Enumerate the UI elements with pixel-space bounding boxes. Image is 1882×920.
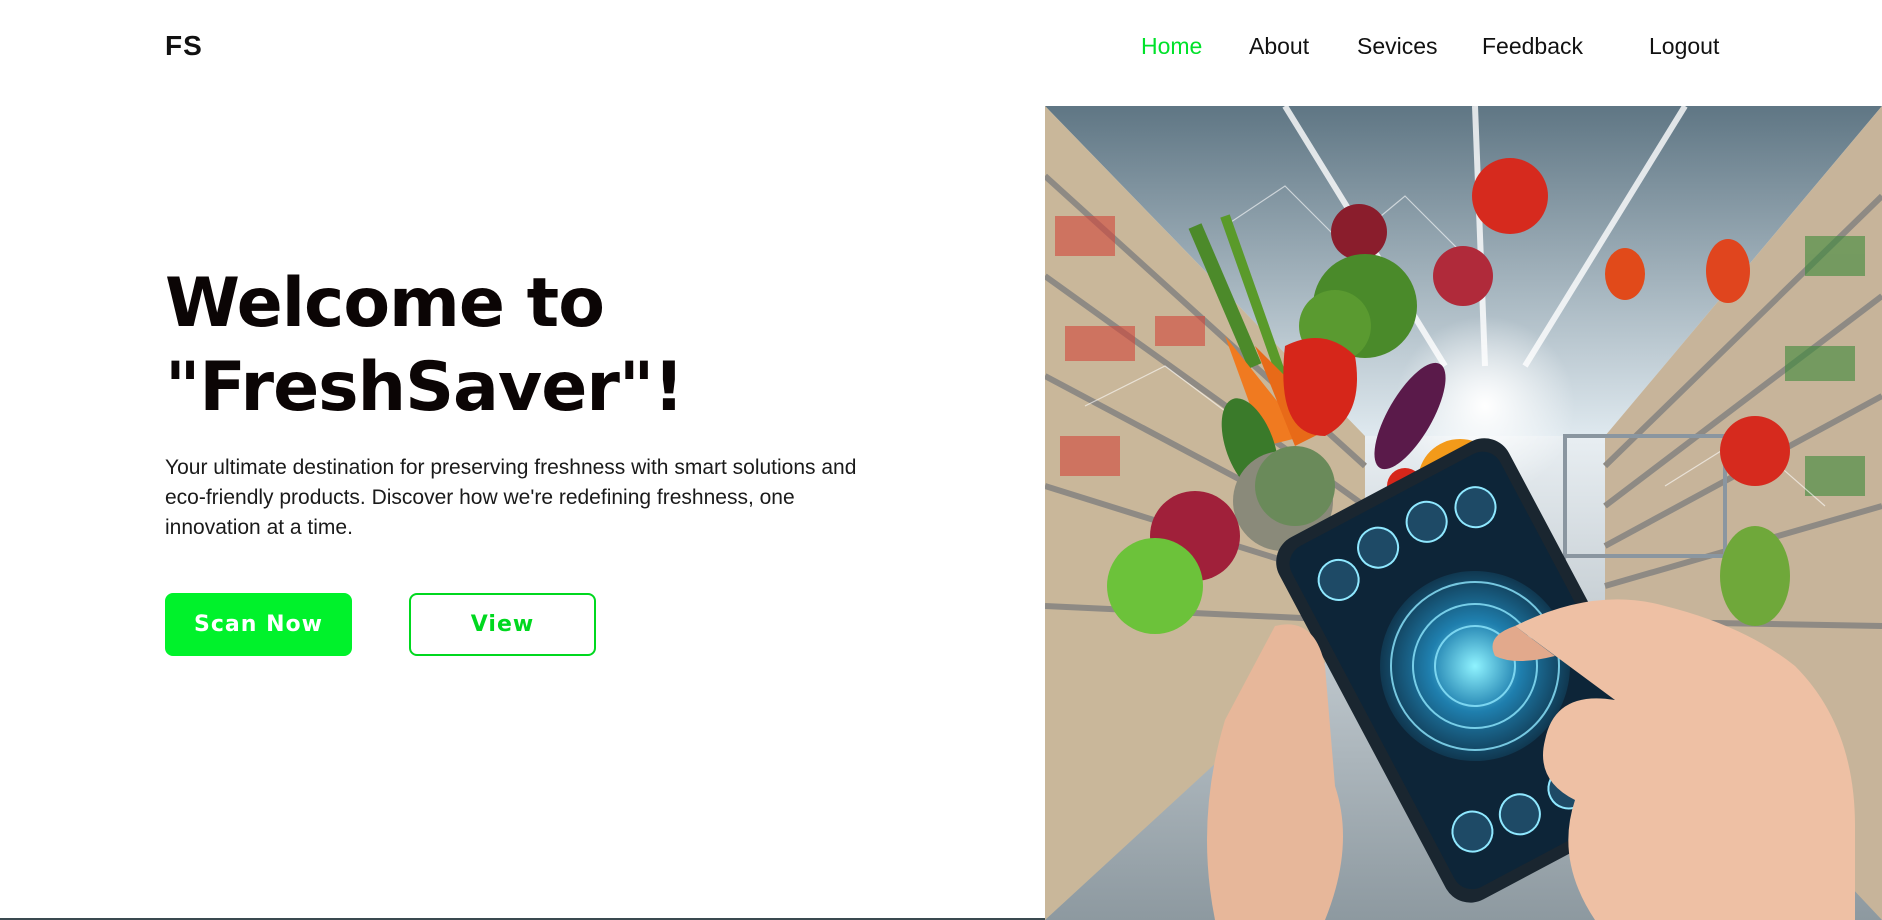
hero-description: Your ultimate destination for preserving… [165, 456, 857, 539]
page: FS Home About Sevices Feedback Logout We… [0, 0, 1882, 920]
view-button[interactable]: View [409, 593, 596, 656]
hero-title: Welcome to "FreshSaver"! [165, 262, 865, 430]
navbar: FS Home About Sevices Feedback Logout [0, 0, 1882, 92]
scan-now-button[interactable]: Scan Now [165, 593, 352, 656]
hero-title-line-1: Welcome to [165, 264, 605, 343]
hero-title-line-2: "FreshSaver"! [165, 348, 684, 427]
hero-image [1045, 106, 1882, 920]
nav-about-link[interactable]: About [1249, 33, 1309, 60]
supermarket-illustration [1045, 106, 1882, 920]
nav-feedback-link[interactable]: Feedback [1482, 33, 1583, 60]
nav-services-link[interactable]: Sevices [1357, 33, 1438, 60]
logout-link[interactable]: Logout [1649, 33, 1719, 60]
brand-logo[interactable]: FS [165, 30, 203, 62]
nav-home-link[interactable]: Home [1141, 33, 1202, 60]
